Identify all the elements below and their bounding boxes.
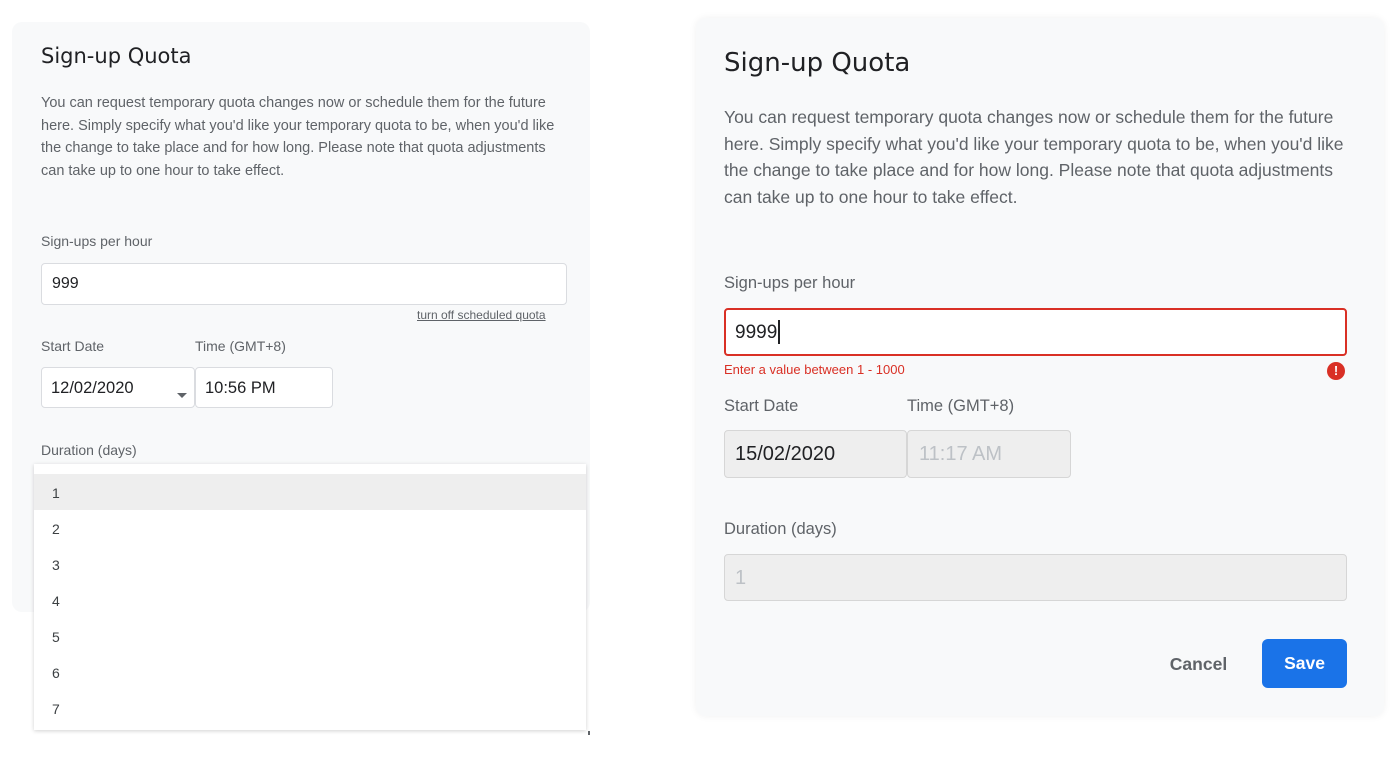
start-date-label: Start Date (724, 397, 799, 415)
save-button[interactable]: Save (1262, 639, 1347, 688)
duration-option[interactable]: 5 (34, 618, 586, 654)
duration-label: Duration (days) (724, 520, 837, 538)
stray-mark (588, 731, 590, 735)
start-date-value: 15/02/2020 (735, 443, 836, 465)
signups-per-hour-input[interactable]: 9999 (724, 308, 1347, 356)
duration-option[interactable]: 7 (34, 690, 586, 726)
error-icon: ! (1327, 362, 1345, 380)
dialog-description: You can request temporary quota changes … (41, 95, 555, 180)
right-quota-dialog: Sign-up Quota You can request temporary … (696, 18, 1384, 716)
start-date-select[interactable]: 12/02/2020 (41, 367, 195, 408)
time-input-disabled: 11:17 AM (907, 430, 1071, 478)
dialog-description: You can request temporary quota changes … (724, 107, 1344, 207)
time-input[interactable]: 10:56 PM (195, 367, 333, 408)
duration-option[interactable]: 4 (34, 582, 586, 618)
time-value: 11:17 AM (919, 443, 1003, 465)
time-value: 10:56 PM (205, 379, 276, 397)
time-label: Time (GMT+8) (195, 338, 286, 354)
duration-option[interactable]: 1 (34, 474, 586, 510)
duration-dropdown-menu: 1 2 3 4 5 6 7 (34, 464, 586, 730)
duration-option[interactable]: 2 (34, 510, 586, 546)
signups-per-hour-value: 999 (52, 275, 79, 292)
duration-label: Duration (days) (41, 442, 137, 458)
signups-error-message: Enter a value between 1 - 1000 (724, 362, 905, 377)
dialog-title: Sign-up Quota (724, 48, 911, 78)
caret-down-icon (177, 393, 187, 398)
duration-option[interactable]: 6 (34, 654, 586, 690)
start-date-value: 12/02/2020 (51, 379, 134, 397)
start-date-label: Start Date (41, 338, 105, 354)
signups-per-hour-label: Sign-ups per hour (724, 274, 856, 292)
signups-per-hour-value: 9999 (735, 322, 778, 343)
duration-value: 1 (735, 567, 747, 589)
duration-option[interactable]: 3 (34, 546, 586, 582)
signups-per-hour-input[interactable]: 999 (41, 263, 567, 305)
turn-off-scheduled-quota-link[interactable]: turn off scheduled quota (417, 308, 546, 322)
time-label: Time (GMT+8) (907, 397, 1015, 415)
cancel-button[interactable]: Cancel (1156, 640, 1241, 688)
text-cursor (778, 320, 780, 344)
duration-select-disabled: 1 (724, 554, 1347, 601)
start-date-select[interactable]: 15/02/2020 (724, 430, 907, 478)
signups-per-hour-label: Sign-ups per hour (41, 233, 153, 249)
dialog-title: Sign-up Quota (41, 44, 192, 68)
